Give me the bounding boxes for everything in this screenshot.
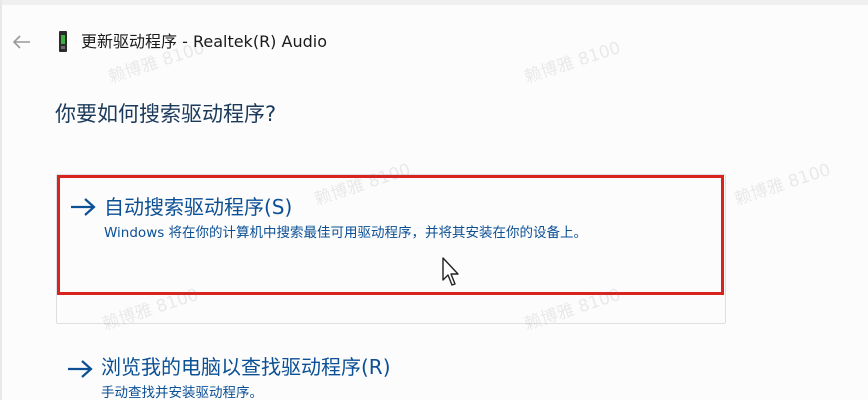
mouse-cursor-icon xyxy=(442,257,459,286)
browse-computer-option[interactable]: 浏览我的电脑以查找驱动程序(R) 手动查找并安装驱动程序。 xyxy=(57,347,724,400)
update-driver-window: 更新驱动程序 - Realtek(R) Audio 你要如何搜索驱动程序? 自动… xyxy=(0,0,868,400)
page-heading: 你要如何搜索驱动程序? xyxy=(55,102,277,126)
option-title: 自动搜索驱动程序(S) xyxy=(104,195,293,219)
arrow-right-icon xyxy=(71,198,96,216)
window-top-edge xyxy=(0,0,868,5)
search-automatically-option[interactable]: 自动搜索驱动程序(S) Windows 将在你的计算机中搜索最佳可用驱动程序，并… xyxy=(57,175,724,295)
arrow-right-icon xyxy=(68,360,93,378)
option-description: Windows 将在你的计算机中搜索最佳可用驱动程序，并将其安装在你的设备上。 xyxy=(104,225,588,241)
option-description: 手动查找并安装驱动程序。 xyxy=(101,385,263,400)
window-title: 更新驱动程序 - Realtek(R) Audio xyxy=(81,32,327,51)
watermark: 赖博雅 8100 xyxy=(522,37,624,88)
audio-device-icon xyxy=(59,31,67,52)
window-left-edge xyxy=(0,0,2,400)
back-arrow-icon xyxy=(13,35,30,49)
watermark: 赖博雅 8100 xyxy=(732,159,834,210)
option-title: 浏览我的电脑以查找驱动程序(R) xyxy=(101,355,391,379)
back-button[interactable] xyxy=(8,28,36,56)
